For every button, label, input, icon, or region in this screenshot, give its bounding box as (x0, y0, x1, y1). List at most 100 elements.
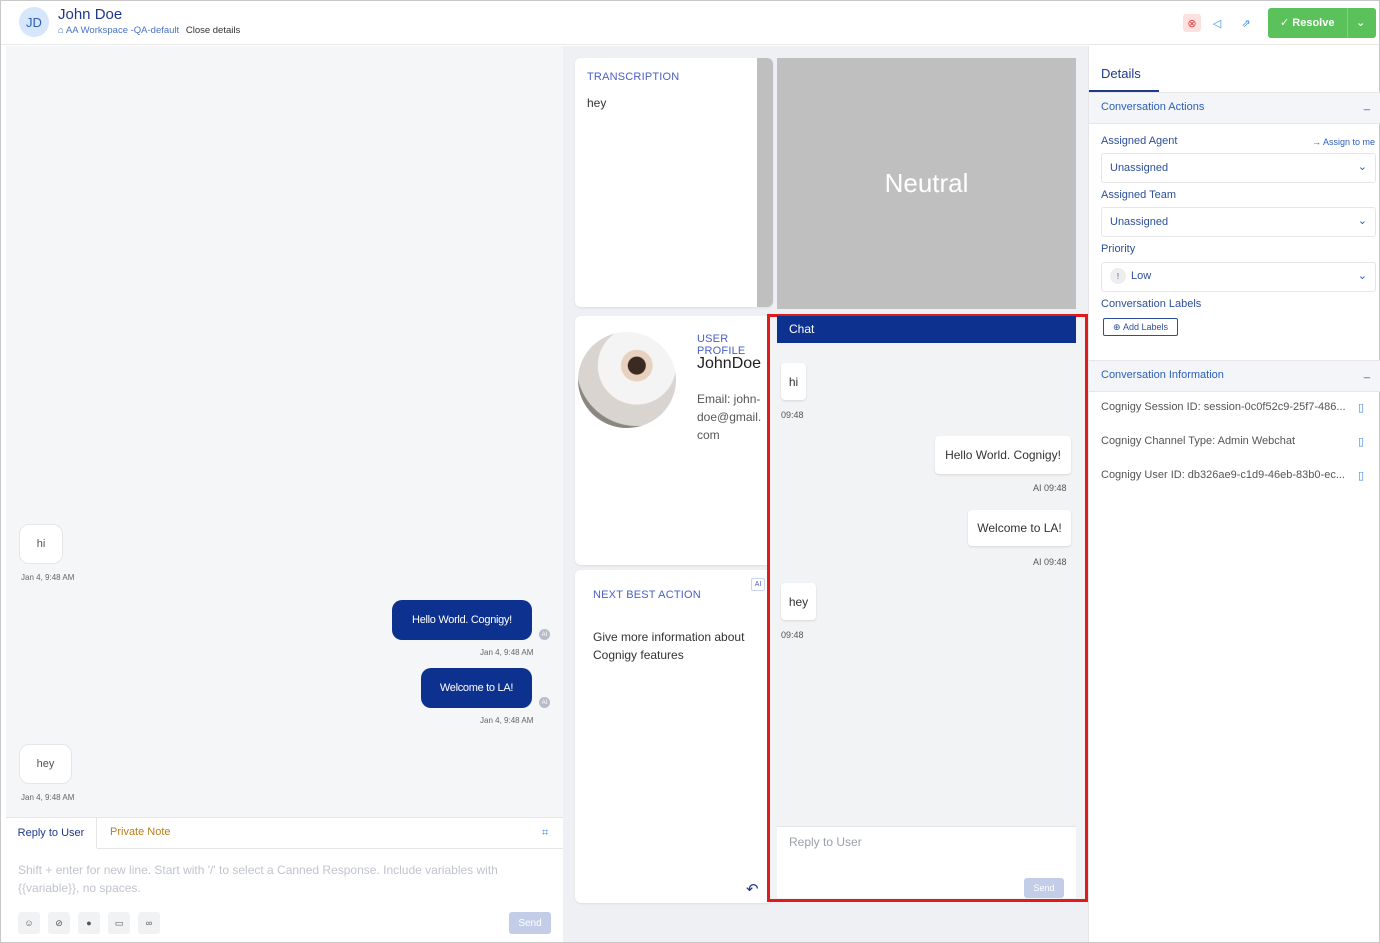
user-id-row: Cognigy User ID: db326ae9-c1d9-46eb-83b0… (1101, 469, 1345, 481)
conversation-information-header[interactable]: Conversation Information _ (1089, 360, 1380, 392)
timestamp-value: 09:48 (1044, 483, 1067, 493)
tab-private-note[interactable]: Private Note (110, 826, 171, 838)
sentiment-card: Neutral (777, 58, 1076, 309)
conversation-transcript (6, 46, 563, 942)
message-timestamp: Jan 4, 9:48 AM (21, 573, 75, 582)
assigned-team-select[interactable]: Unassigned ⌄ (1101, 207, 1376, 237)
message-bubble: hi (781, 363, 806, 400)
assign-to-me-link[interactable]: → Assign to me (1312, 137, 1375, 147)
copy-icon[interactable]: ▯ (1358, 435, 1364, 448)
next-best-action-text: Give more information about Cognigy feat… (593, 630, 745, 662)
ai-badge-icon: AI (539, 697, 550, 708)
tab-details[interactable]: Details (1101, 66, 1141, 81)
reply-input[interactable]: Shift + enter for new line. Start with '… (18, 861, 538, 897)
priority-value: Low (1131, 269, 1152, 282)
copy-icon[interactable]: ▯ (1358, 401, 1364, 414)
record-icon[interactable]: ⊗ (1183, 14, 1201, 32)
assign-to-me-label: Assign to me (1322, 137, 1375, 147)
header-subline: ⌂ AA Workspace -QA-default Close details (58, 25, 240, 36)
message-timestamp: 09:48 (781, 410, 804, 420)
transcription-card: TRANSCRIPTION hey (575, 58, 773, 307)
card-title: TRANSCRIPTION (587, 71, 680, 83)
priority-label: Priority (1101, 243, 1136, 255)
message-bubble: hi (19, 524, 63, 564)
resolve-label: ✓ Resolve (1280, 17, 1335, 29)
arrow-right-icon: → (1311, 137, 1321, 147)
expand-icon[interactable]: ⌗ (542, 827, 548, 840)
priority-icon: ! (1110, 268, 1126, 284)
chevron-down-icon[interactable]: ⌄ (1356, 16, 1365, 29)
priority-select[interactable]: ! Low ⌄ (1101, 262, 1376, 292)
resolve-divider (1347, 8, 1348, 38)
timestamp-value: 09:48 (1044, 557, 1067, 567)
message-bubble: Hello World. Cognigy! (392, 600, 532, 640)
send-button[interactable]: Send (509, 912, 551, 934)
assigned-agent-select[interactable]: Unassigned ⌄ (1101, 153, 1376, 183)
chat-widget-title: Chat (777, 316, 1076, 343)
chat-reply-input[interactable]: Reply to User (789, 835, 862, 849)
selected-value: Unassigned (1110, 216, 1169, 228)
plus-icon: ⊕ (1112, 321, 1123, 332)
chevron-down-icon: ⌄ (1357, 270, 1367, 282)
emoji-icon[interactable]: ☺ (18, 912, 40, 934)
microphone-icon[interactable]: ● (78, 912, 100, 934)
conversation-labels-label: Conversation Labels (1101, 298, 1202, 310)
section-title: Conversation Actions (1101, 101, 1205, 113)
share-icon[interactable]: ⇗ (1237, 14, 1255, 32)
assigned-team-label: Assigned Team (1101, 189, 1177, 201)
message-bubble: Welcome to LA! (421, 668, 532, 708)
chevron-down-icon: ⌄ (1357, 215, 1367, 227)
collapse-icon[interactable]: _ (1364, 367, 1370, 379)
channel-type-row: Cognigy Channel Type: Admin Webchat (1101, 435, 1296, 447)
selected-value: Unassigned (1110, 162, 1169, 174)
profile-photo (578, 332, 676, 428)
message-timestamp: AI 09:48 (1033, 557, 1067, 567)
message-timestamp: Jan 4, 9:48 AM (480, 716, 534, 725)
reply-composer: Reply to User Private Note ⌗ Shift + ent… (6, 817, 563, 942)
message-bubble: Welcome to LA! (968, 510, 1071, 546)
copy-icon[interactable]: ▯ (1358, 469, 1364, 482)
section-title: Conversation Information (1101, 369, 1224, 381)
message-timestamp: 09:48 (781, 630, 804, 640)
conversation-actions-header[interactable]: Conversation Actions _ (1089, 92, 1380, 124)
message-timestamp: AI 09:48 (1033, 483, 1067, 493)
next-best-action-card: NEXT BEST ACTION (575, 570, 773, 903)
reply-arrow-icon[interactable]: ↶ (746, 880, 759, 898)
chat-widget-reply: Reply to User Send (777, 826, 1076, 898)
transcription-scrollbar[interactable] (757, 58, 773, 307)
attachment-icon[interactable]: ⊘ (48, 912, 70, 934)
conversation-header: JD John Doe ⌂ AA Workspace -QA-default C… (1, 1, 1379, 45)
selected-value: ! Low (1110, 268, 1151, 284)
ai-badge-icon: AI (751, 578, 765, 591)
mute-icon[interactable]: ◁ (1208, 14, 1226, 32)
message-bubble: Hello World. Cognigy! (935, 436, 1071, 474)
resolve-button[interactable]: ✓ Resolve ⌄ (1268, 8, 1376, 38)
add-labels-button[interactable]: ⊕ Add Labels (1103, 318, 1178, 336)
assigned-agent-label: Assigned Agent (1101, 135, 1178, 147)
tab-reply-to-user[interactable]: Reply to User (6, 818, 97, 848)
session-id-row: Cognigy Session ID: session-0c0f52c9-25f… (1101, 401, 1346, 413)
ai-badge-label: AI (1033, 557, 1042, 567)
chevron-down-icon: ⌄ (1357, 161, 1367, 173)
details-panel: Details Conversation Actions _ Assigned … (1088, 46, 1380, 942)
chat-send-button[interactable]: Send (1024, 878, 1064, 898)
profile-name: JohnDoe (697, 355, 762, 372)
close-details-link[interactable]: Close details (186, 25, 240, 36)
card-title: NEXT BEST ACTION (593, 589, 701, 601)
tabs-divider (97, 848, 563, 849)
card-title: USER PROFILE (697, 333, 746, 357)
avatar: JD (19, 7, 49, 37)
transcription-text: hey (587, 96, 607, 110)
message-timestamp: Jan 4, 9:48 AM (21, 793, 75, 802)
link-icon[interactable]: ∞ (138, 912, 160, 934)
ai-badge-icon: AI (539, 629, 550, 640)
message-bubble: hey (781, 583, 816, 620)
contact-name: John Doe (58, 6, 123, 23)
document-icon[interactable]: ▭ (108, 912, 130, 934)
workspace-link[interactable]: ⌂ AA Workspace -QA-default (58, 25, 179, 36)
collapse-icon[interactable]: _ (1364, 99, 1370, 111)
message-bubble: hey (19, 744, 72, 784)
add-labels-label: Add Labels (1123, 322, 1169, 332)
profile-email: Email: john-doe@gmail.com (697, 392, 762, 442)
ai-badge-label: AI (1033, 483, 1042, 493)
